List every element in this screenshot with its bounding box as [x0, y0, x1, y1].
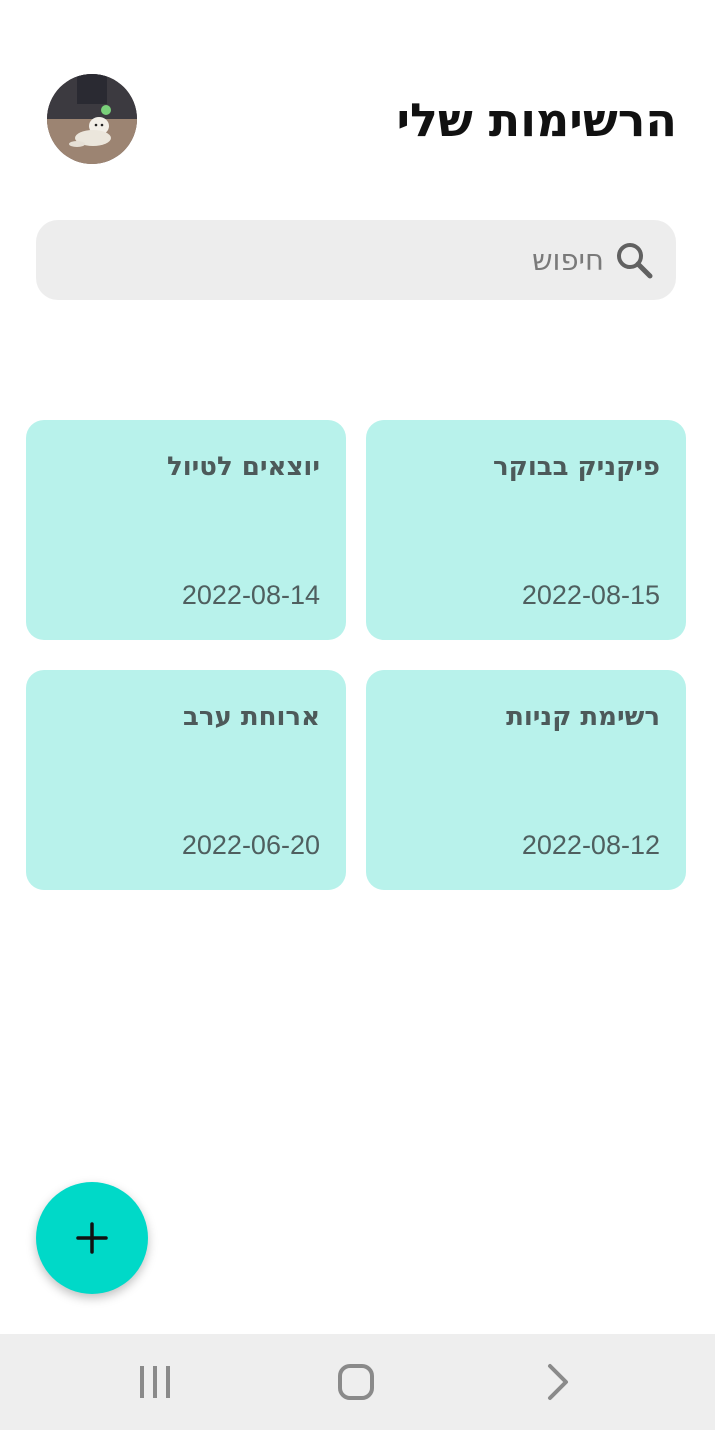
- note-card[interactable]: יוצאים לטיול 2022-08-14: [26, 420, 346, 640]
- system-nav-bar: [0, 1334, 715, 1430]
- note-title: ארוחת ערב: [182, 702, 320, 732]
- note-date: 2022-06-20: [181, 830, 320, 860]
- note-date: 2022-08-12: [521, 830, 660, 860]
- note-title: רשימת קניות: [506, 702, 660, 732]
- search-input[interactable]: [124, 220, 604, 300]
- page-title: הרשימות שלי: [396, 93, 678, 147]
- note-card[interactable]: רשימת קניות 2022-08-12: [366, 670, 686, 890]
- recents-icon[interactable]: [135, 1362, 175, 1402]
- note-date: 2022-08-15: [521, 580, 660, 610]
- avatar-photo: [47, 74, 137, 164]
- note-card[interactable]: פיקניק בבוקר 2022-08-15: [366, 420, 686, 640]
- home-icon[interactable]: [336, 1362, 376, 1402]
- plus-icon: [76, 1222, 108, 1254]
- note-title: פיקניק בבוקר: [493, 452, 660, 482]
- search-bar[interactable]: [36, 220, 676, 300]
- add-note-button[interactable]: [36, 1182, 148, 1294]
- avatar[interactable]: [47, 74, 137, 164]
- note-date: 2022-08-14: [181, 580, 320, 610]
- notes-grid: פיקניק בבוקר 2022-08-15 יוצאים לטיול 202…: [26, 420, 686, 890]
- note-title: יוצאים לטיול: [167, 452, 320, 482]
- note-card[interactable]: ארוחת ערב 2022-06-20: [26, 670, 346, 890]
- back-icon[interactable]: [538, 1362, 578, 1402]
- search-icon[interactable]: [614, 240, 654, 280]
